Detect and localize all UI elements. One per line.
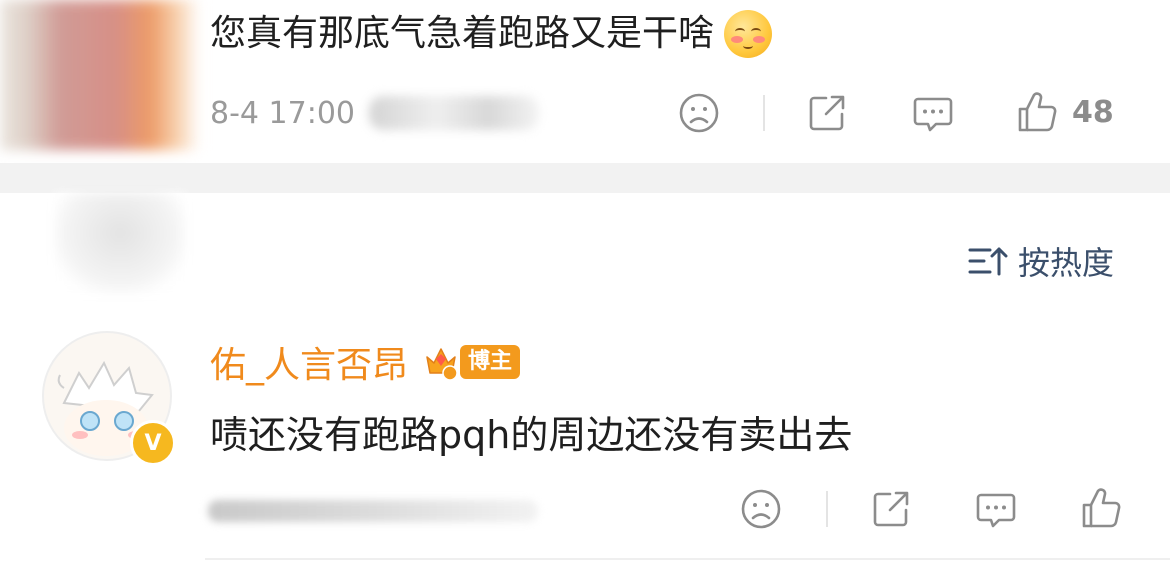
comment-body: 您真有那底气急着跑路又是干啥 — [210, 13, 715, 54]
reply-like-button[interactable] — [1080, 486, 1122, 530]
sort-icon — [968, 247, 1008, 276]
dislike-button[interactable] — [678, 92, 720, 134]
reply-dislike-button[interactable] — [740, 488, 782, 530]
comment-icon — [913, 97, 953, 132]
thumbs-up-icon — [1018, 92, 1057, 132]
frown-icon — [679, 93, 719, 133]
blush-emoji-icon — [724, 10, 773, 58]
sort-label: 按热度 — [1018, 244, 1115, 282]
frown-icon — [741, 489, 781, 529]
blurred-area — [55, 193, 185, 293]
comment-text: 您真有那底气急着跑路又是干啥 — [210, 6, 773, 62]
redacted-location — [369, 96, 539, 130]
avatar-blurred — [0, 0, 200, 150]
verified-badge-icon: V — [130, 420, 176, 466]
reply-share-button[interactable] — [870, 488, 912, 530]
redacted-meta — [208, 500, 538, 522]
bottom-divider — [205, 558, 1170, 560]
crown-icon — [426, 348, 458, 381]
author-badge: 博主 — [460, 345, 521, 379]
sort-by-hot-button[interactable]: 按热度 — [968, 238, 1114, 284]
thumbs-up-icon — [1082, 488, 1121, 528]
reply-comment-button[interactable] — [975, 490, 1017, 530]
username[interactable]: 佑_人言否昂 — [210, 336, 408, 388]
comment-button[interactable] — [912, 94, 954, 134]
share-icon — [873, 491, 909, 527]
like-count: 48 — [1072, 94, 1114, 130]
share-icon — [809, 95, 845, 131]
reply-username-row: 佑_人言否昂 博主 — [210, 336, 521, 388]
action-divider — [763, 95, 765, 131]
timestamp: 8-4 17:00 — [210, 95, 355, 131]
action-divider — [826, 491, 828, 527]
like-button[interactable]: 48 — [1016, 90, 1114, 134]
comment-icon — [976, 493, 1016, 528]
share-button[interactable] — [806, 92, 848, 134]
comment-meta: 8-4 17:00 — [210, 90, 539, 136]
section-separator — [0, 163, 1170, 193]
reply-text: 啧还没有跑路pqh的周边还没有卖出去 — [210, 413, 853, 457]
